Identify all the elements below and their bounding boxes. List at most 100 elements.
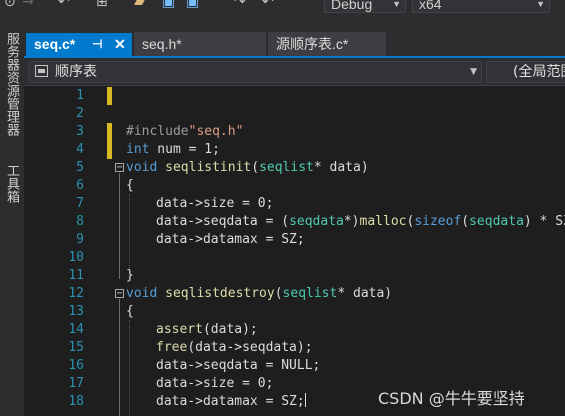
line-number: 2: [76, 106, 84, 121]
code-text: ) * SZ);: [523, 214, 565, 229]
platform-combo[interactable]: x64 ▼: [412, 0, 550, 13]
code-text: (: [251, 160, 260, 175]
project-name: 顺序表: [55, 64, 97, 80]
code-line-3: #include"seq.h": [126, 123, 243, 141]
toolbar: ⊙ → ↶ ⊞ ▰ ▣ ▣ ↷ ↶ Debug ▼ x64 ▼: [0, 0, 565, 30]
code-line-6: {: [126, 178, 134, 193]
save-icon[interactable]: ▣: [162, 0, 175, 10]
line-number: 7: [76, 196, 84, 211]
configuration-combo[interactable]: Debug ▼: [324, 0, 406, 13]
code-text: * data): [337, 286, 393, 301]
document-tab-strip: seq.c* ⊣ ✕ seq.h* 源顺序表.c*: [24, 30, 565, 56]
function-name: seqlistinit: [165, 160, 252, 175]
tab-label: seq.c*: [34, 36, 76, 52]
undo-history-icon[interactable]: ↶: [262, 0, 274, 10]
side-panel-strip: 服务器资源管理器 工具箱: [0, 30, 24, 416]
project-icon: [35, 65, 48, 77]
navigation-bar: 顺序表 ▼ (全局范围): [24, 58, 565, 86]
code-text: (: [274, 286, 283, 301]
tab-seq-h[interactable]: seq.h*: [134, 32, 266, 56]
function-name: free: [156, 340, 188, 355]
code-text: data->datamax = SZ;: [156, 394, 305, 409]
project-combo[interactable]: 顺序表 ▼: [28, 61, 482, 83]
line-number: 1: [76, 88, 84, 103]
code-text: num = 1;: [149, 142, 220, 157]
code-line-8: data->seqdata = (seqdata*)malloc(sizeof(…: [156, 213, 565, 231]
change-marker: [107, 87, 112, 105]
outline-line: [119, 299, 120, 416]
line-number: 11: [68, 268, 84, 283]
function-name: seqlistdestroy: [165, 286, 275, 301]
line-number: 18: [68, 394, 84, 409]
code-line-7: data->size = 0;: [156, 196, 274, 211]
line-number: 3: [76, 124, 84, 139]
code-line-13: {: [126, 304, 134, 319]
save-all-icon[interactable]: ▣: [186, 0, 199, 10]
code-text: (data->seqdata);: [187, 340, 313, 355]
server-explorer-tab[interactable]: 服务器资源管理器: [0, 32, 22, 136]
close-icon[interactable]: ✕: [114, 33, 126, 56]
pin-icon[interactable]: ⊣: [92, 33, 102, 56]
tab-source-c[interactable]: 源顺序表.c*: [268, 32, 386, 56]
chevron-down-icon: ▼: [536, 0, 545, 9]
type-name: seqlist: [282, 286, 338, 301]
chevron-down-icon: ▼: [470, 67, 477, 77]
back-icon[interactable]: ⊙: [4, 0, 16, 10]
line-number: 17: [68, 376, 84, 391]
indent-guide: [129, 194, 130, 270]
forward-icon[interactable]: →: [22, 0, 34, 10]
line-number: 13: [68, 304, 84, 319]
type-name: seqdata: [289, 214, 344, 229]
code-text: (: [461, 214, 470, 229]
type-name: seqlist: [259, 160, 314, 175]
function-name: malloc: [359, 214, 407, 229]
tab-label: 源顺序表.c*: [276, 36, 349, 52]
watermark: CSDN @牛牛要坚持: [378, 389, 525, 408]
indent-guide: [129, 320, 130, 416]
code-line-18: data->datamax = SZ;: [156, 393, 306, 411]
code-text: (data);: [202, 322, 258, 337]
line-number: 14: [68, 322, 84, 337]
chevron-down-icon: ▼: [392, 0, 401, 9]
redo-icon[interactable]: ↷: [234, 0, 246, 10]
tab-label: seq.h*: [142, 36, 182, 52]
keyword: int: [126, 142, 150, 157]
type-name: seqdata: [469, 214, 524, 229]
new-project-icon[interactable]: ⊞: [96, 0, 108, 10]
keyword: void: [126, 286, 158, 301]
platform-value: x64: [419, 0, 442, 12]
line-number: 4: [76, 142, 84, 157]
code-line-17: data->size = 0;: [156, 376, 274, 391]
code-text: *): [343, 214, 360, 229]
toolbox-tab[interactable]: 工具箱: [0, 164, 22, 203]
text-cursor: [304, 393, 306, 407]
scope-combo[interactable]: (全局范围): [486, 61, 565, 83]
undo-icon[interactable]: ↶: [58, 0, 70, 10]
collapse-icon[interactable]: −: [115, 289, 124, 299]
keyword: sizeof: [414, 214, 462, 229]
code-line-5: void seqlistinit(seqlist* data): [126, 159, 369, 177]
keyword: void: [126, 160, 158, 175]
change-marker: [107, 123, 112, 159]
code-text: * data): [313, 160, 369, 175]
line-number: 9: [76, 232, 84, 247]
line-number: 10: [68, 250, 84, 265]
preprocessor-directive: #include: [126, 124, 189, 139]
line-number: 6: [76, 178, 84, 193]
tab-seq-c[interactable]: seq.c* ⊣ ✕: [26, 33, 132, 56]
open-folder-icon[interactable]: ▰: [134, 0, 145, 10]
code-line-12: void seqlistdestroy(seqlist* data): [126, 285, 392, 303]
code-text: data->seqdata = (: [156, 214, 290, 229]
code-line-15: free(data->seqdata);: [156, 339, 313, 357]
code-line-9: data->datamax = SZ;: [156, 232, 305, 247]
string-literal: "seq.h": [188, 124, 244, 139]
function-name: assert: [156, 322, 203, 337]
code-line-4: int num = 1;: [126, 141, 220, 159]
line-number: 16: [68, 358, 84, 373]
configuration-value: Debug: [331, 0, 373, 12]
line-number: 5: [76, 160, 84, 175]
code-line-11: }: [126, 268, 134, 283]
code-line-14: assert(data);: [156, 321, 258, 339]
collapse-icon[interactable]: −: [115, 163, 124, 173]
outline-line: [119, 173, 120, 279]
